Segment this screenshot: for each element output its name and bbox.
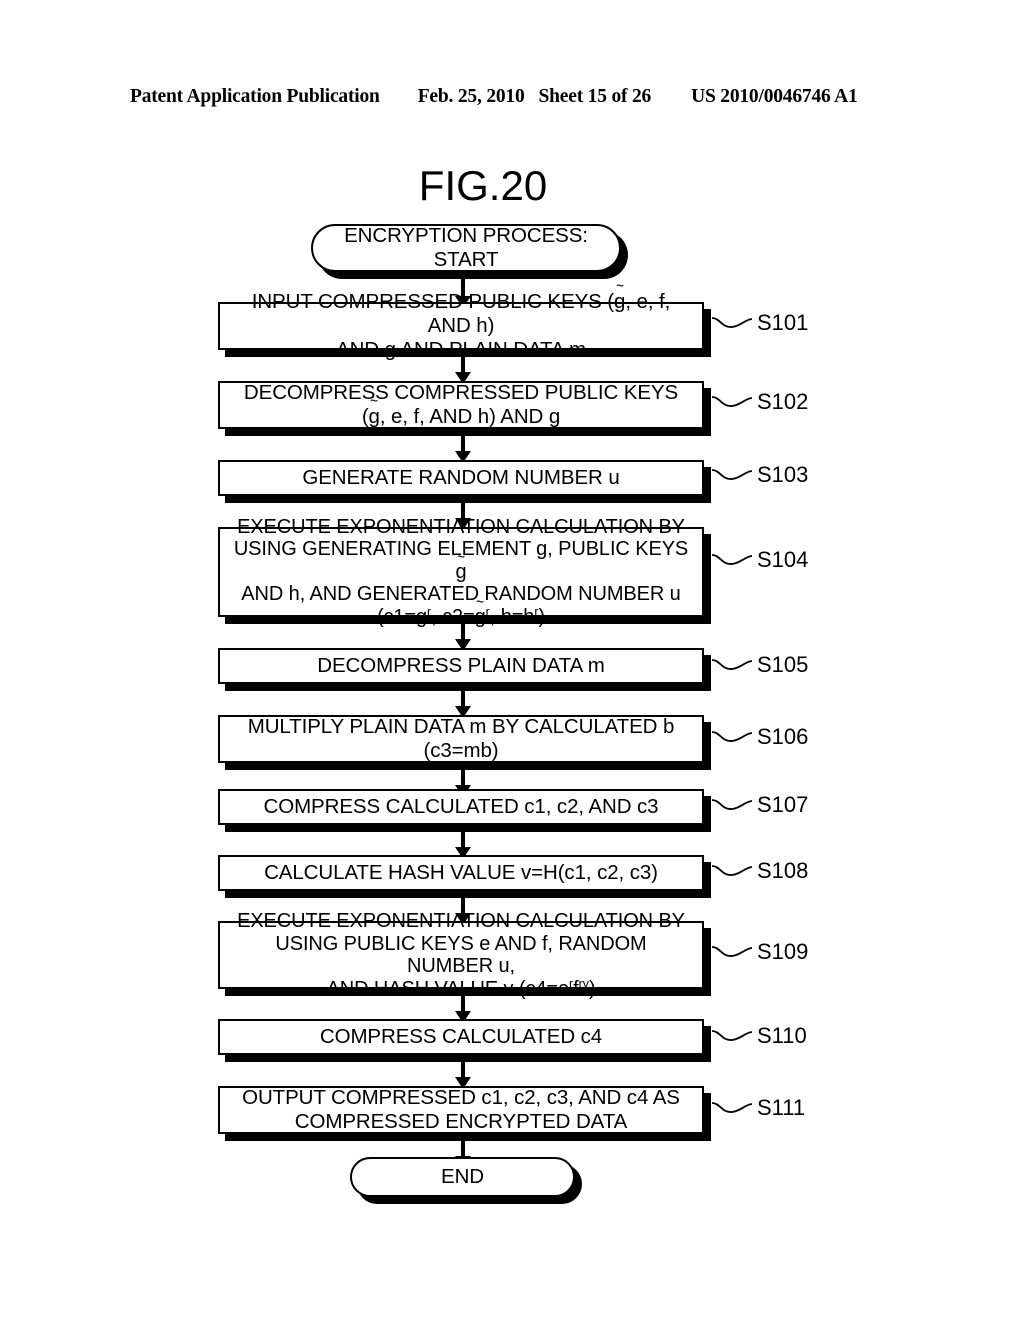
node-face: INPUT COMPRESSED PUBLIC KEYS (g, e, f, A…	[218, 290, 704, 361]
flow-node-s110: COMPRESS CALCULATED c4	[218, 1019, 711, 1062]
flow-node-s109: EXECUTE EXPONENTIATION CALCULATION BY USI…	[218, 910, 711, 1000]
callout-squiggle-icon	[712, 659, 752, 670]
node-face: MULTIPLY PLAIN DATA m BY CALCULATED b (c3…	[218, 715, 704, 763]
flow-node-end: END	[350, 1157, 582, 1204]
node-face: EXECUTE EXPONENTIATION CALCULATION BY USI…	[218, 910, 704, 1000]
flow-node-s107-label: COMPRESS CALCULATED c1, c2, AND c3	[263, 795, 659, 818]
flow-node-s104-label: EXECUTE EXPONENTIATION CALCULATION BY USI…	[220, 516, 702, 629]
flow-callout-s111: S111	[712, 1093, 805, 1123]
callout-squiggle-icon	[712, 554, 752, 565]
flow-callout-s108: S108	[712, 856, 808, 886]
flow-callout-s104-label: S104	[757, 547, 809, 572]
flow-node-s103: GENERATE RANDOM NUMBER u	[218, 460, 711, 503]
flow-arrow-s110-s111	[461, 1062, 465, 1079]
flow-node-s103-label: GENERATE RANDOM NUMBER u	[302, 466, 620, 489]
flow-node-s101-label: INPUT COMPRESSED PUBLIC KEYS (g, e, f, A…	[220, 290, 702, 362]
flow-node-s110-label: COMPRESS CALCULATED c4	[319, 1025, 603, 1048]
node-face: OUTPUT COMPRESSED c1, c2, c3, AND c4 AS C…	[218, 1086, 704, 1134]
flow-node-s102: DECOMPRESS COMPRESSED PUBLIC KEYS(g, e, …	[218, 381, 711, 436]
flow-node-s108: CALCULATE HASH VALUE v=H(c1, c2, c3)	[218, 855, 711, 898]
flow-callout-s102-label: S102	[757, 389, 809, 414]
flow-callout-s110-label: S110	[757, 1023, 807, 1048]
callout-squiggle-icon	[712, 317, 752, 328]
flowchart: ENCRYPTION PROCESS: START INPUT COMPRESS…	[0, 0, 1024, 1320]
flow-callout-s105-label: S105	[757, 652, 809, 677]
flow-callout-s108-label: S108	[757, 858, 809, 883]
callout-squiggle-icon	[712, 799, 752, 810]
flow-callout-s103-label: S103	[757, 462, 809, 487]
flow-arrow-s106-s107	[461, 770, 465, 787]
node-face: ENCRYPTION PROCESS: START	[311, 224, 621, 272]
flow-callout-s109-label: S109	[757, 939, 809, 964]
callout-squiggle-icon	[712, 865, 752, 876]
node-face: END	[350, 1157, 575, 1197]
flow-callout-s101: S101	[712, 308, 808, 338]
flow-node-s104: EXECUTE EXPONENTIATION CALCULATION BY USI…	[218, 516, 711, 628]
callout-squiggle-icon	[712, 469, 752, 480]
flow-callout-s111-label: S111	[757, 1095, 806, 1120]
node-face: EXECUTE EXPONENTIATION CALCULATION BY USI…	[218, 516, 704, 628]
flow-node-s107: COMPRESS CALCULATED c1, c2, AND c3	[218, 789, 711, 832]
flow-node-s102-label: DECOMPRESS COMPRESSED PUBLIC KEYS(g, e, …	[234, 381, 688, 429]
flow-callout-s107-label: S107	[757, 792, 809, 817]
flow-callout-s102: S102	[712, 387, 808, 417]
flow-node-start: ENCRYPTION PROCESS: START	[311, 224, 628, 279]
flow-callout-s109: S109	[712, 937, 808, 967]
flow-arrow-s105-s106	[461, 691, 465, 708]
flow-callout-s106: S106	[712, 722, 808, 752]
flow-node-s105: DECOMPRESS PLAIN DATA m	[218, 648, 711, 691]
node-face: DECOMPRESS PLAIN DATA m	[218, 648, 704, 684]
node-face: COMPRESS CALCULATED c1, c2, AND c3	[218, 789, 704, 825]
callout-squiggle-icon	[712, 396, 752, 407]
flow-callout-s107: S107	[712, 790, 808, 820]
flow-arrow-s111-end	[461, 1141, 465, 1158]
flow-callout-s101-label: S101	[757, 310, 809, 335]
flow-node-s106-label: MULTIPLY PLAIN DATA m BY CALCULATED b (c3…	[247, 715, 675, 762]
flow-arrow-s102-s103	[461, 436, 465, 453]
flow-callout-s110: S110	[712, 1021, 807, 1051]
flow-callout-s103: S103	[712, 460, 808, 490]
callout-squiggle-icon	[712, 1102, 752, 1113]
node-face: CALCULATE HASH VALUE v=H(c1, c2, c3)	[218, 855, 704, 891]
flow-node-start-label: ENCRYPTION PROCESS: START	[344, 224, 588, 271]
flow-node-end-label: END	[441, 1165, 484, 1188]
flow-node-s101: INPUT COMPRESSED PUBLIC KEYS (g, e, f, A…	[218, 290, 711, 361]
node-face: COMPRESS CALCULATED c4	[218, 1019, 704, 1055]
flow-node-s111-label: OUTPUT COMPRESSED c1, c2, c3, AND c4 AS C…	[242, 1086, 680, 1133]
patent-figure-page: Patent Application Publication Feb. 25, …	[0, 0, 1024, 1320]
node-face: GENERATE RANDOM NUMBER u	[218, 460, 704, 496]
flow-node-s105-label: DECOMPRESS PLAIN DATA m	[317, 654, 605, 677]
flow-arrow-s107-s108	[461, 832, 465, 849]
flow-arrow-s109-s110	[461, 996, 465, 1013]
callout-squiggle-icon	[712, 946, 752, 957]
flow-node-s111: OUTPUT COMPRESSED c1, c2, c3, AND c4 AS C…	[218, 1086, 711, 1141]
flow-node-s106: MULTIPLY PLAIN DATA m BY CALCULATED b (c3…	[218, 715, 711, 770]
callout-squiggle-icon	[712, 731, 752, 742]
flow-node-s108-label: CALCULATE HASH VALUE v=H(c1, c2, c3)	[264, 861, 658, 884]
flow-callout-s104: S104	[712, 545, 808, 575]
node-face: DECOMPRESS COMPRESSED PUBLIC KEYS(g, e, …	[218, 381, 704, 429]
flow-node-s109-label: EXECUTE EXPONENTIATION CALCULATION BY USI…	[237, 910, 685, 1000]
flow-callout-s106-label: S106	[757, 724, 809, 749]
flow-arrow-s104-s105	[461, 624, 465, 641]
flow-callout-s105: S105	[712, 650, 808, 680]
flow-arrow-s101-s102	[461, 357, 465, 374]
callout-squiggle-icon	[712, 1030, 752, 1041]
